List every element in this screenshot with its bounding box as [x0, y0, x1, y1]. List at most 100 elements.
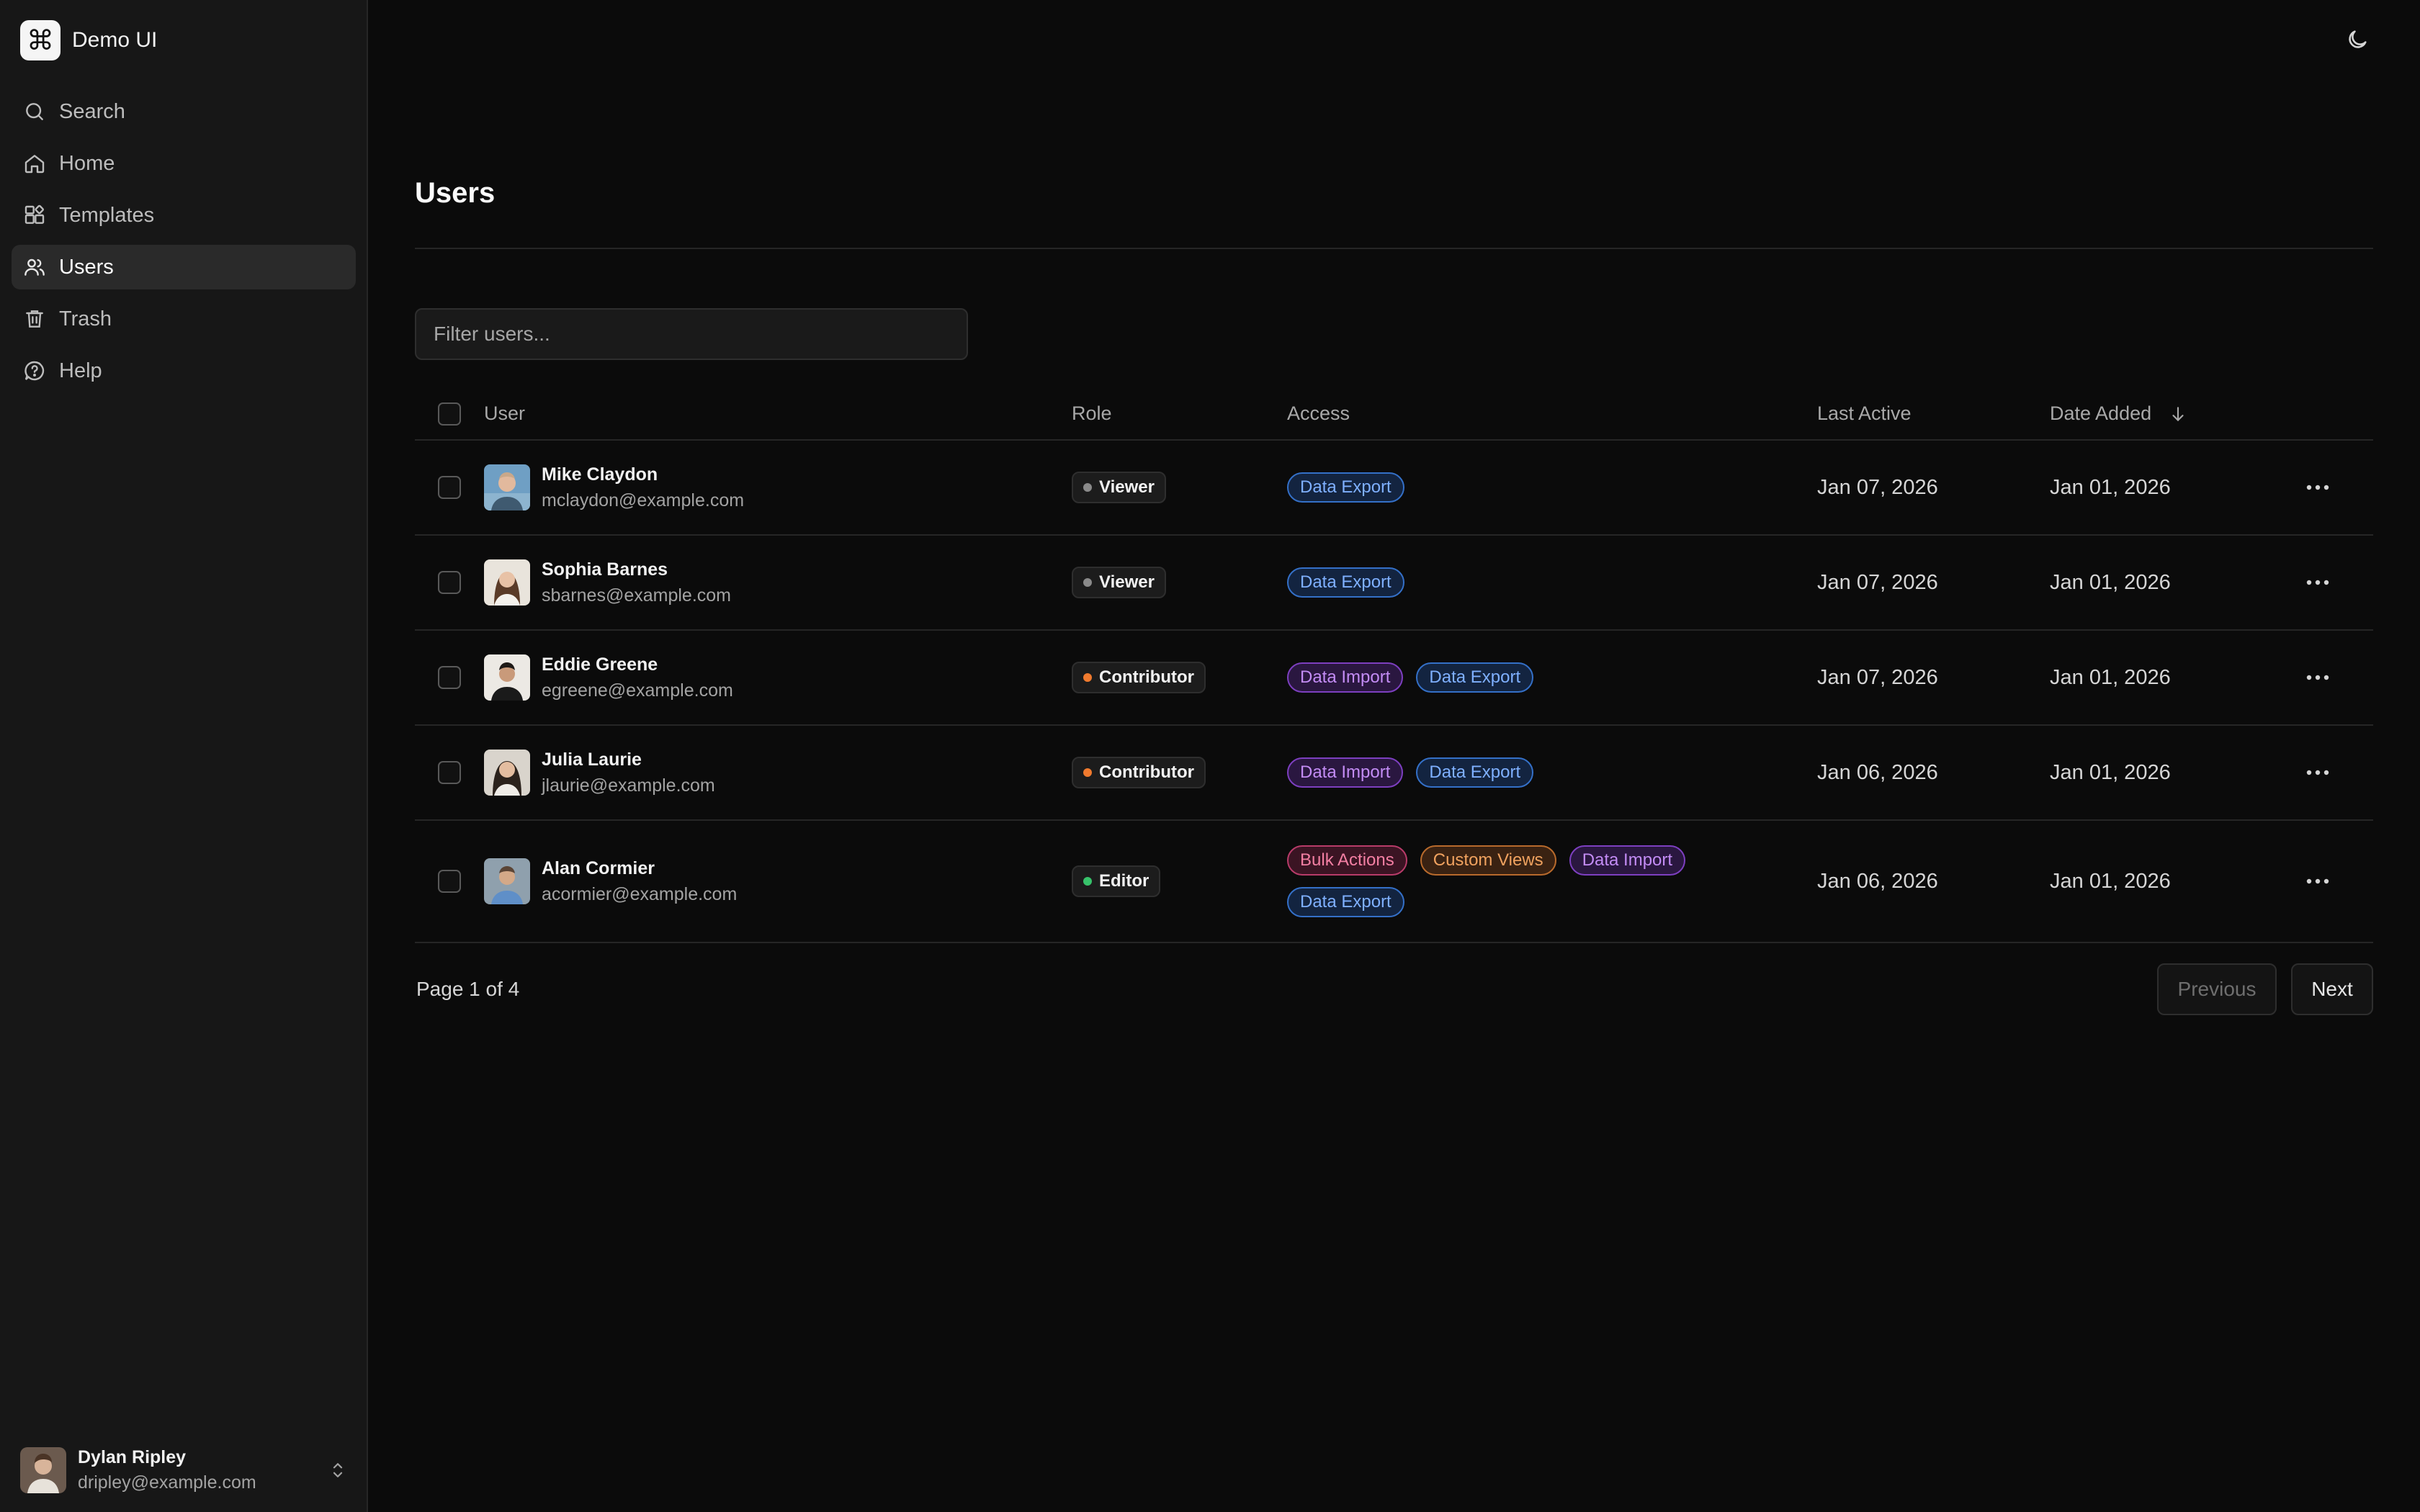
avatar	[484, 464, 530, 510]
access-tag: Data Import	[1287, 662, 1404, 693]
avatar	[20, 1447, 66, 1493]
role-badge: Contributor	[1072, 662, 1206, 693]
sidebar-item-trash[interactable]: Trash	[12, 297, 356, 341]
column-header-access: Access	[1287, 402, 1350, 424]
sidebar-item-search[interactable]: Search	[12, 89, 356, 134]
filter-users-input[interactable]	[415, 308, 968, 360]
column-header-user: User	[484, 402, 526, 424]
role-badge: Viewer	[1072, 472, 1166, 503]
table-row[interactable]: Alan Cormier acormier@example.com Editor…	[415, 821, 2373, 943]
role-badge: Viewer	[1072, 567, 1166, 598]
sidebar-item-label: Trash	[59, 307, 112, 330]
access-cell: Data Import Data Export	[1287, 662, 1762, 693]
user-name: Sophia Barnes	[542, 559, 668, 580]
row-checkbox[interactable]	[438, 571, 461, 594]
brand-name: Demo UI	[72, 28, 158, 52]
date-added-cell: Jan 01, 2026	[2050, 869, 2171, 893]
access-tag: Data Export	[1287, 472, 1404, 503]
table-row[interactable]: Eddie Greene egreene@example.com Contrib…	[415, 631, 2373, 726]
table-row[interactable]: Mike Claydon mclaydon@example.com Viewer…	[415, 441, 2373, 536]
access-tag: Data Export	[1416, 757, 1534, 788]
sidebar-item-templates[interactable]: Templates	[12, 193, 356, 238]
home-icon	[24, 155, 45, 174]
row-checkbox[interactable]	[438, 666, 461, 689]
table-row[interactable]: Julia Laurie jlaurie@example.com Contrib…	[415, 726, 2373, 821]
brand[interactable]: ⌘ Demo UI	[20, 20, 157, 60]
row-checkbox[interactable]	[438, 761, 461, 784]
users-table: User Role Access Last Active Date Added	[415, 387, 2373, 943]
role-label: Contributor	[1099, 667, 1194, 687]
more-horizontal-icon	[2306, 675, 2329, 680]
last-active-cell: Jan 06, 2026	[1817, 760, 1938, 784]
role-cell: Contributor	[1072, 757, 1206, 788]
date-added-cell: Jan 01, 2026	[2050, 760, 2171, 784]
avatar	[484, 858, 530, 904]
column-header-last-active[interactable]: Last Active	[1817, 402, 1912, 425]
more-horizontal-icon	[2306, 485, 2329, 490]
user-cell: Mike Claydon mclaydon@example.com	[484, 464, 744, 511]
command-logo-icon: ⌘	[20, 20, 60, 60]
more-horizontal-icon	[2306, 878, 2329, 884]
user-profile-menu[interactable]: Dylan Ripley dripley@example.com	[20, 1447, 349, 1493]
row-actions-button[interactable]	[2300, 867, 2335, 896]
table-row[interactable]: Sophia Barnes sbarnes@example.com Viewer…	[415, 536, 2373, 631]
chevron-up-down-icon	[333, 1463, 343, 1477]
trash-icon	[26, 310, 43, 328]
last-active-cell: Jan 07, 2026	[1817, 475, 1938, 499]
row-actions-button[interactable]	[2300, 568, 2335, 597]
sidebar-item-home[interactable]: Home	[12, 141, 356, 186]
role-cell: Viewer	[1072, 567, 1166, 598]
user-email: sbarnes@example.com	[542, 585, 731, 606]
pagination: Page 1 of 4 Previous Next	[415, 963, 2373, 1015]
select-all-checkbox[interactable]	[438, 402, 461, 426]
row-actions-button[interactable]	[2300, 758, 2335, 787]
user-email: jlaurie@example.com	[542, 775, 715, 796]
row-actions-button[interactable]	[2300, 473, 2335, 502]
sidebar: ⌘ Demo UI Search Home Templates Users Tr…	[0, 0, 368, 1512]
app-shell: ⌘ Demo UI Search Home Templates Users Tr…	[0, 0, 2420, 1512]
access-cell: Bulk Actions Custom Views Data Import Da…	[1287, 845, 1762, 917]
user-name: Mike Claydon	[542, 464, 658, 485]
role-status-dot	[1083, 768, 1092, 777]
role-cell: Viewer	[1072, 472, 1166, 503]
next-page-button[interactable]: Next	[2291, 963, 2373, 1015]
divider	[415, 248, 2373, 249]
help-icon	[24, 361, 45, 381]
avatar	[484, 559, 530, 606]
sidebar-item-users[interactable]: Users	[12, 245, 356, 289]
sidebar-item-help[interactable]: Help	[12, 348, 356, 393]
row-actions-button[interactable]	[2300, 663, 2335, 692]
avatar	[484, 750, 530, 796]
previous-page-button[interactable]: Previous	[2157, 963, 2277, 1015]
last-active-cell: Jan 07, 2026	[1817, 665, 1938, 689]
role-cell: Editor	[1072, 865, 1161, 897]
row-checkbox[interactable]	[438, 476, 461, 499]
date-added-cell: Jan 01, 2026	[2050, 570, 2171, 594]
more-horizontal-icon	[2306, 580, 2329, 585]
date-added-cell: Jan 01, 2026	[2050, 475, 2171, 499]
profile-email: dripley@example.com	[78, 1472, 256, 1493]
role-cell: Contributor	[1072, 662, 1206, 693]
moon-icon[interactable]	[2345, 27, 2370, 52]
role-label: Viewer	[1099, 572, 1155, 592]
page-info: Page 1 of 4	[416, 978, 520, 1000]
user-cell: Alan Cormier acormier@example.com	[484, 858, 737, 905]
user-email: egreene@example.com	[542, 680, 733, 701]
role-badge: Contributor	[1072, 757, 1206, 788]
row-checkbox[interactable]	[438, 870, 461, 893]
user-name: Julia Laurie	[542, 749, 642, 770]
access-tag: Data Export	[1287, 887, 1404, 917]
table-header: User Role Access Last Active Date Added	[415, 387, 2373, 441]
access-cell: Data Import Data Export	[1287, 757, 1762, 788]
access-tag: Data Export	[1287, 567, 1404, 598]
user-cell: Julia Laurie jlaurie@example.com	[484, 750, 715, 796]
access-cell: Data Export	[1287, 472, 1762, 503]
access-tag: Bulk Actions	[1287, 845, 1407, 876]
column-header-date-added[interactable]: Date Added	[2050, 402, 2187, 425]
column-header-role: Role	[1072, 402, 1112, 424]
role-status-dot	[1083, 483, 1092, 492]
last-active-cell: Jan 06, 2026	[1817, 869, 1938, 893]
role-label: Viewer	[1099, 477, 1155, 497]
user-name: Eddie Greene	[542, 654, 658, 675]
role-status-dot	[1083, 673, 1092, 682]
